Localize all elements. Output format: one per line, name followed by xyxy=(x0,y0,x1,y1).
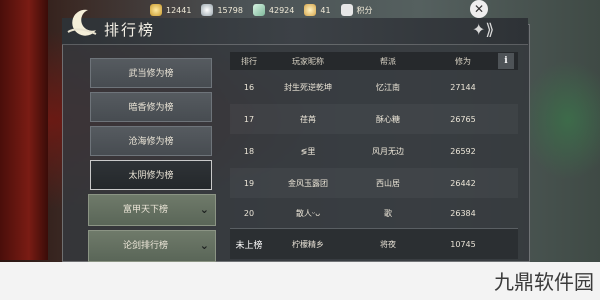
crescent-moon-icon xyxy=(67,9,97,36)
resource-gold: 12441 xyxy=(150,4,191,16)
menu-item-anxiang[interactable]: 暗香修为榜 xyxy=(90,92,212,122)
ranking-table: 排行 玩家昵称 帮派 修为 i 16 封生死逆乾坤 忆江南 27144 17 荏… xyxy=(230,52,518,260)
cell-rank: 17 xyxy=(243,114,255,124)
menu-item-wealth[interactable]: 富甲天下榜 ⌄ xyxy=(88,194,216,226)
resource-jade: 42924 xyxy=(252,4,295,16)
table-row[interactable]: 18 ≶里 风月无边 26592 xyxy=(230,136,518,166)
cell-guild: 西山居 xyxy=(376,178,400,188)
header-cultivation: 修为 xyxy=(455,56,471,66)
watermark: 九鼎软件园 xyxy=(494,270,594,294)
menu-item-taiyin[interactable]: 太阴修为榜 xyxy=(90,160,212,190)
self-rank-row: 未上榜 柠檬精乡 将夜 10745 xyxy=(230,228,518,259)
menu-item-duel-label: 论剑排行榜 xyxy=(123,241,169,251)
cell-cultivation: 26442 xyxy=(450,178,476,188)
cell-player: ≶里 xyxy=(300,146,316,156)
table-row[interactable]: 16 封生死逆乾坤 忆江南 27144 xyxy=(230,72,518,102)
bag-icon xyxy=(340,4,353,16)
self-cultivation: 10745 xyxy=(450,239,476,249)
jade-icon xyxy=(252,4,265,16)
menu-item-duel[interactable]: 论剑排行榜 ⌄ xyxy=(88,230,216,262)
cell-guild: 酥心糖 xyxy=(376,114,400,124)
close-icon[interactable]: ✕ xyxy=(470,0,488,18)
resource-coin-value: 41 xyxy=(320,5,331,15)
silver-icon xyxy=(201,4,214,16)
cloud-ornament-icon: ✦⟫ xyxy=(472,20,495,39)
info-icon[interactable]: i xyxy=(498,53,514,69)
self-guild: 将夜 xyxy=(380,239,396,249)
cell-cultivation: 26592 xyxy=(450,146,476,156)
cell-cultivation: 26765 xyxy=(450,114,476,124)
coin-icon xyxy=(304,4,317,16)
header-guild: 帮派 xyxy=(380,56,396,66)
resource-silver: 15798 xyxy=(201,4,243,16)
red-pillar xyxy=(0,0,48,260)
header-player: 玩家昵称 xyxy=(292,56,324,66)
foliage xyxy=(520,60,600,180)
cell-player: 荏苒 xyxy=(300,114,316,124)
resource-gold-value: 12441 xyxy=(166,5,192,15)
cell-rank: 20 xyxy=(243,208,255,218)
cell-rank: 19 xyxy=(243,178,255,188)
resource-bar: 12441 15798 42924 41 积分 xyxy=(150,0,600,20)
self-player: 柠檬精乡 xyxy=(292,239,324,249)
resource-coin: 41 xyxy=(304,4,331,16)
chevron-down-icon: ⌄ xyxy=(199,203,209,216)
table-header: 排行 玩家昵称 帮派 修为 i xyxy=(230,52,518,70)
table-row[interactable]: 20 散人ᵕᴗ 歌 26384 xyxy=(230,198,518,228)
menu-item-wealth-label: 富甲天下榜 xyxy=(123,205,169,215)
cell-guild: 忆江南 xyxy=(376,82,400,92)
gold-ingot-icon xyxy=(150,4,162,16)
resource-points[interactable]: 积分 xyxy=(340,4,373,16)
cell-player: 金风玉露团 xyxy=(288,178,328,188)
self-rank: 未上榜 xyxy=(235,240,263,251)
table-row[interactable]: 17 荏苒 酥心糖 26765 xyxy=(230,104,518,134)
resource-points-label: 积分 xyxy=(356,5,373,15)
table-row[interactable]: 19 金风玉露团 西山居 26442 xyxy=(230,168,518,198)
menu-item-wudang[interactable]: 武当修为榜 xyxy=(90,58,212,88)
cell-player: 封生死逆乾坤 xyxy=(284,82,332,92)
header-rank: 排行 xyxy=(241,56,257,66)
menu-item-canghai[interactable]: 沧海修为榜 xyxy=(90,126,212,156)
cell-rank: 18 xyxy=(243,146,255,156)
page-title: 排行榜 xyxy=(104,21,156,39)
chevron-down-icon: ⌄ xyxy=(199,239,209,252)
cell-guild: 风月无边 xyxy=(372,146,404,156)
resource-silver-value: 15798 xyxy=(217,5,243,15)
cell-player: 散人ᵕᴗ xyxy=(295,208,321,218)
cell-rank: 16 xyxy=(243,82,255,92)
cell-cultivation: 26384 xyxy=(450,208,476,218)
resource-jade-value: 42924 xyxy=(268,5,295,15)
cell-cultivation: 27144 xyxy=(450,82,476,92)
cell-guild: 歌 xyxy=(384,208,392,218)
